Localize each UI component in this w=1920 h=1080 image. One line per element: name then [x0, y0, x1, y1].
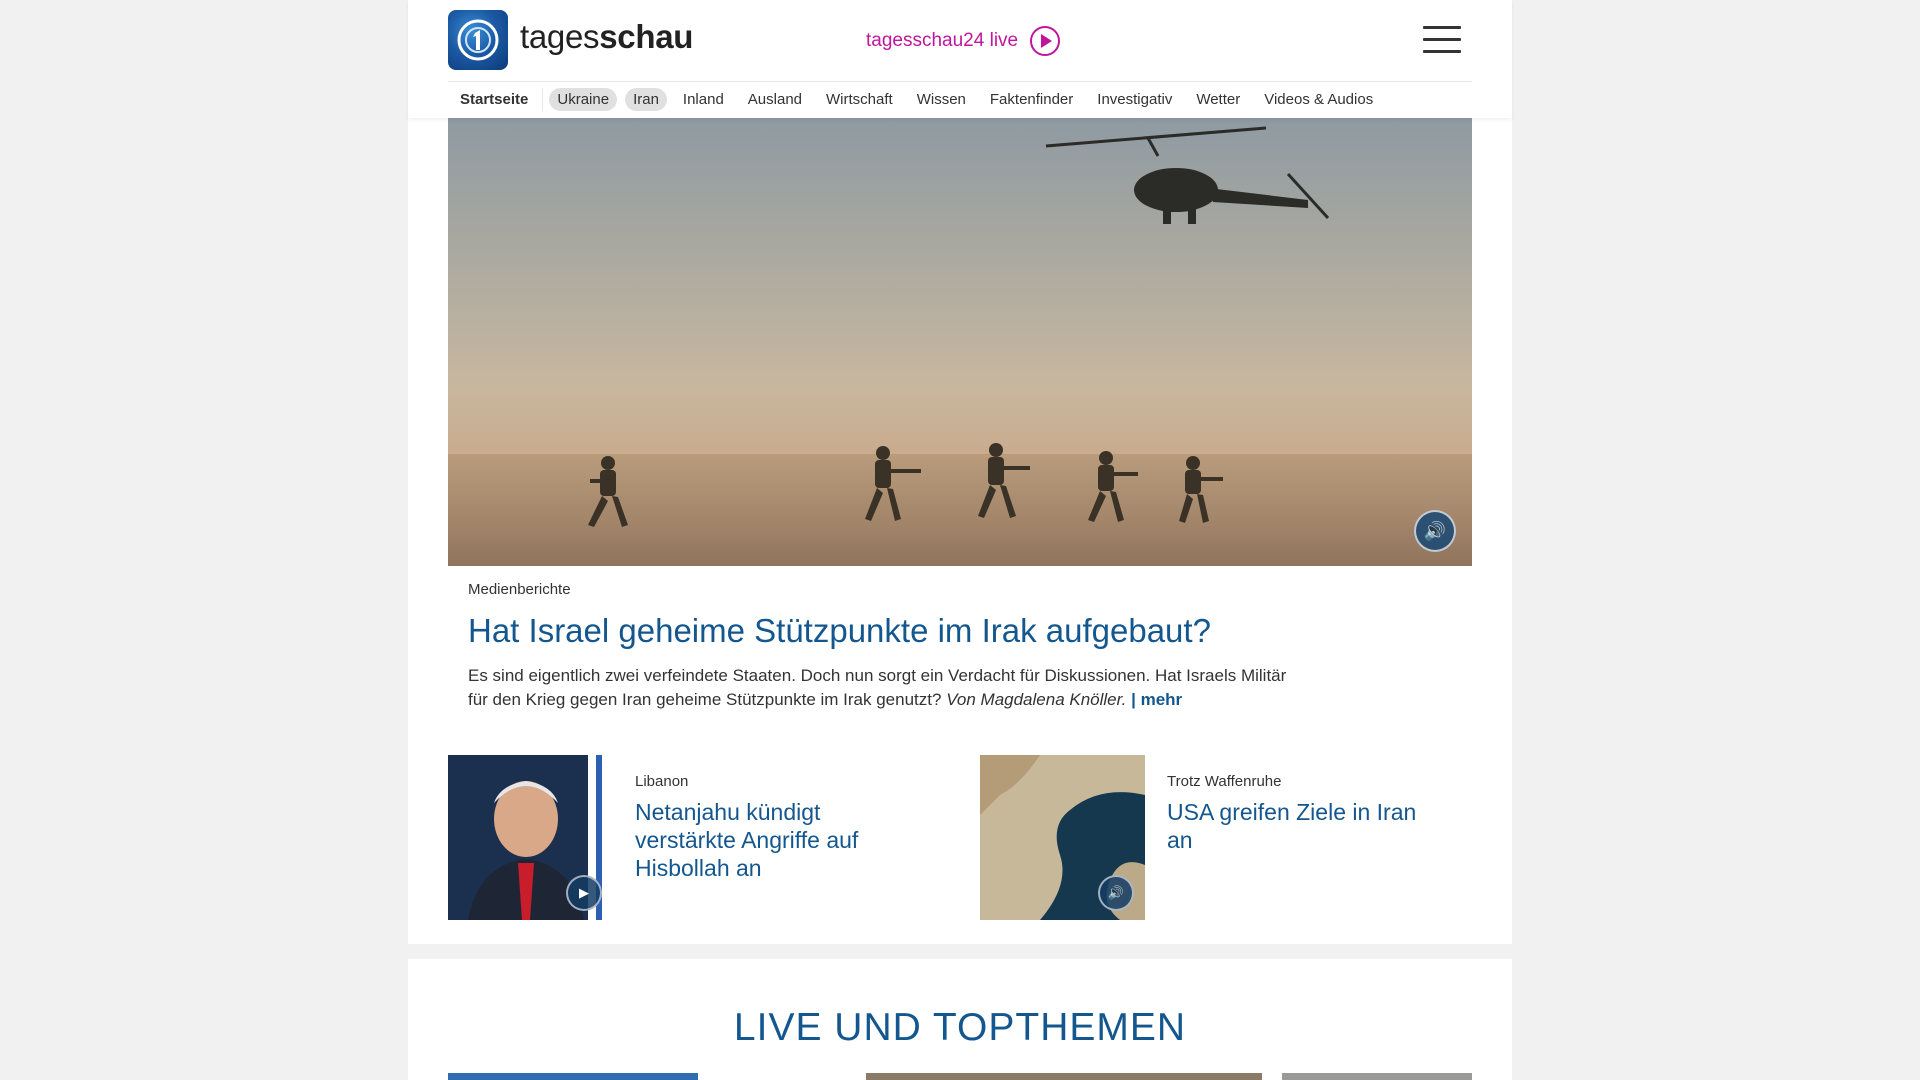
- teaser-headline[interactable]: USA greifen Ziele in Iran an: [1167, 798, 1437, 854]
- topthemen-thumb-2[interactable]: [866, 1073, 1262, 1080]
- topthemen-thumb-1[interactable]: [448, 1073, 698, 1080]
- video-play-icon[interactable]: ▶: [566, 875, 602, 911]
- play-circle-icon: [1030, 26, 1061, 56]
- nav-item-faktenfinder[interactable]: Faktenfinder: [982, 88, 1081, 111]
- logo-text-bold: schau: [599, 18, 694, 55]
- nav-divider: [448, 81, 1472, 82]
- teaser-card-libanon[interactable]: ▶ Libanon Netanjahu kündigt verstärkte A…: [448, 755, 928, 920]
- hero-topline: Medienberichte: [468, 581, 571, 598]
- nav-item-wirtschaft[interactable]: Wirtschaft: [818, 88, 901, 111]
- teaser-image-netanjahu: ▶: [448, 755, 613, 920]
- topthemen-section: LIVE UND TOPTHEMEN: [408, 959, 1512, 1080]
- teaser-image-satellite: 🔊: [980, 755, 1145, 920]
- audio-play-icon-small[interactable]: 🔊: [1098, 875, 1134, 911]
- hero-shorttext: Es sind eigentlich zwei verfeindete Staa…: [468, 664, 1288, 712]
- nav-item-investigativ[interactable]: Investigativ: [1089, 88, 1180, 111]
- nav-item-wetter[interactable]: Wetter: [1188, 88, 1248, 111]
- topthemen-thumb-3[interactable]: [1282, 1073, 1472, 1080]
- main-navigation: Startseite Ukraine Iran Inland Ausland W…: [448, 86, 1389, 112]
- hamburger-menu-icon[interactable]: [1423, 26, 1461, 54]
- teaser-topline: Trotz Waffenruhe: [1167, 773, 1282, 790]
- nav-item-ukraine[interactable]: Ukraine: [549, 87, 618, 111]
- teaser-topline: Libanon: [635, 773, 689, 790]
- ard-logo-icon[interactable]: [448, 10, 508, 70]
- nav-item-iran[interactable]: Iran: [625, 87, 667, 111]
- logo-text-light: tages: [520, 18, 600, 55]
- section-title: LIVE UND TOPTHEMEN: [733, 1006, 1187, 1049]
- hero-headline[interactable]: Hat Israel geheime Stützpunkte im Irak a…: [468, 612, 1288, 650]
- hero-author: Von Magdalena Knöller.: [946, 689, 1127, 709]
- audio-play-icon[interactable]: 🔊: [1414, 510, 1456, 552]
- nav-item-ausland[interactable]: Ausland: [740, 88, 810, 111]
- site-logo-text[interactable]: tagesschau: [520, 18, 693, 56]
- teaser-text-libanon: Libanon Netanjahu kündigt verstärkte Ang…: [635, 773, 905, 882]
- nav-item-videos-audios[interactable]: Videos & Audios: [1256, 88, 1381, 111]
- live-stream-link[interactable]: tagesschau24 live: [866, 26, 1061, 56]
- main-content-card: tagesschau tagesschau24 live Startseite …: [408, 0, 1512, 944]
- nav-item-wissen[interactable]: Wissen: [909, 88, 974, 111]
- nav-item-startseite[interactable]: Startseite: [448, 87, 544, 111]
- teaser-card-waffenruhe[interactable]: 🔊 Trotz Waffenruhe USA greifen Ziele in …: [980, 755, 1460, 920]
- nav-item-inland[interactable]: Inland: [675, 88, 732, 111]
- hero-image[interactable]: 🔊: [448, 118, 1472, 566]
- live-stream-label: tagesschau24 live: [866, 30, 1019, 51]
- hero-teaser[interactable]: Medienberichte Hat Israel geheime Stützp…: [468, 581, 1288, 712]
- hero-scene-illustration: [588, 126, 1330, 527]
- teaser-headline[interactable]: Netanjahu kündigt verstärkte Angriffe au…: [635, 798, 905, 882]
- hero-more-link[interactable]: | mehr: [1131, 690, 1182, 709]
- site-header: tagesschau tagesschau24 live Startseite …: [408, 0, 1512, 118]
- teaser-text-waffenruhe: Trotz Waffenruhe USA greifen Ziele in Ir…: [1167, 773, 1437, 854]
